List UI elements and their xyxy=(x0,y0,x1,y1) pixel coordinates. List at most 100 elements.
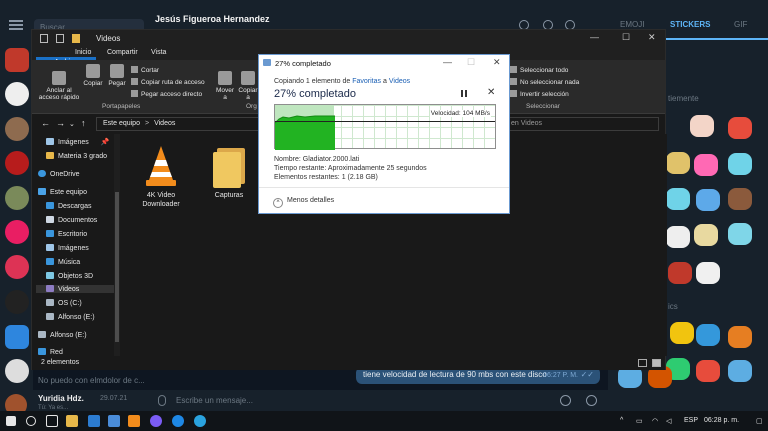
sidebar-item-videos[interactable]: Videos xyxy=(36,285,114,293)
browser-icon[interactable] xyxy=(172,415,184,427)
notifications-icon[interactable]: ▢ xyxy=(756,417,763,425)
close-button[interactable]: ✕ xyxy=(648,32,656,43)
sticker[interactable] xyxy=(690,115,714,137)
source-link[interactable]: Favoritas xyxy=(352,78,381,85)
sidebar-item-materia[interactable]: Materia 3 grado xyxy=(36,152,107,160)
forward-arrow-icon[interactable]: → xyxy=(56,118,65,128)
telegram-icon[interactable] xyxy=(194,415,206,427)
invert-selection-button[interactable]: Invertir selección xyxy=(510,90,569,98)
sidebar-item-network[interactable]: Red xyxy=(36,348,63,356)
details-view-icon[interactable] xyxy=(638,359,647,367)
chat-title[interactable]: Jesús Figueroa Hernandez xyxy=(155,14,270,24)
maximize-button[interactable]: ☐ xyxy=(622,32,630,43)
tab-inicio[interactable]: Inicio xyxy=(70,48,96,60)
sticker[interactable] xyxy=(666,188,690,210)
file-explorer-icon[interactable] xyxy=(66,415,78,427)
paste-shortcut-button[interactable]: Pegar acceso directo xyxy=(131,90,202,98)
sticker[interactable] xyxy=(670,322,694,344)
sticker[interactable] xyxy=(666,152,690,174)
sidebar-item-drive-e[interactable]: Alfonso (E:) xyxy=(36,313,95,321)
sticker[interactable] xyxy=(728,153,752,175)
avatar[interactable] xyxy=(5,255,29,279)
sticker[interactable] xyxy=(728,360,752,382)
message-input[interactable]: Escribe un mensaje... xyxy=(176,396,253,405)
sticker[interactable] xyxy=(694,154,718,176)
store-icon[interactable] xyxy=(108,415,120,427)
sticker[interactable] xyxy=(696,360,720,382)
explorer-search-input[interactable]: en Videos xyxy=(506,117,659,131)
copy-path-button[interactable]: Copiar ruta de acceso xyxy=(131,78,205,86)
sticker[interactable] xyxy=(728,188,752,210)
breadcrumb-root[interactable]: Este equipo xyxy=(103,120,140,127)
up-arrow-icon[interactable]: ↑ xyxy=(81,118,86,128)
search-icon[interactable] xyxy=(26,416,36,426)
dialog-close-button[interactable]: ✕ xyxy=(493,57,501,68)
sticker[interactable] xyxy=(696,324,720,346)
paste-button[interactable]: Pegar xyxy=(104,64,130,87)
large-icons-view-icon[interactable] xyxy=(652,359,661,367)
windows-start-icon[interactable] xyxy=(6,416,16,426)
tab-vista[interactable]: Vista xyxy=(146,48,171,60)
avatar[interactable] xyxy=(5,220,29,244)
menu-icon[interactable] xyxy=(9,20,23,30)
avatar[interactable] xyxy=(5,325,29,349)
file-item[interactable]: 4K Video Downloader xyxy=(131,144,191,209)
select-none-button[interactable]: No seleccionar nada xyxy=(510,78,579,86)
tab-stickers[interactable]: STICKERS xyxy=(670,20,710,29)
copy-button[interactable]: Copiar xyxy=(80,64,106,87)
sidebar-item-drive-c[interactable]: OS (C:) xyxy=(36,299,82,307)
emoji-icon[interactable] xyxy=(560,395,571,406)
sidebar-item-onedrive[interactable]: OneDrive xyxy=(36,170,80,178)
sidebar-item-documents[interactable]: Documentos xyxy=(36,216,97,224)
wifi-icon[interactable]: ◠ xyxy=(652,417,658,425)
tab-gif[interactable]: GIF xyxy=(734,20,747,29)
avatar[interactable] xyxy=(5,359,29,383)
sidebar-item-drive-e-root[interactable]: Alfonso (E:) xyxy=(36,331,87,339)
system-tray-chevron-icon[interactable]: ^ xyxy=(620,417,623,424)
cut-button[interactable]: Cortar xyxy=(131,66,159,74)
dialog-minimize-button[interactable]: — xyxy=(443,57,452,67)
fewer-details-button[interactable]: ^ Menos detalles xyxy=(273,197,334,208)
pin-quick-access-button[interactable]: Anclar al acceso rápido xyxy=(38,64,80,101)
chat-list-item[interactable]: Yuridia Hdz. 29.07.21 Tú: Ya es... xyxy=(0,390,150,416)
mail-icon[interactable] xyxy=(88,415,100,427)
cancel-copy-button[interactable]: ✕ xyxy=(487,87,495,98)
microphone-icon[interactable] xyxy=(586,395,597,406)
sticker[interactable] xyxy=(728,117,752,139)
task-view-icon[interactable] xyxy=(46,415,58,427)
destination-link[interactable]: Videos xyxy=(389,78,410,85)
new-folder-icon[interactable] xyxy=(56,34,64,43)
tab-emoji[interactable]: EMOJI xyxy=(620,20,644,29)
vlc-icon[interactable] xyxy=(128,415,140,427)
scrollbar-thumb[interactable] xyxy=(115,192,119,342)
recent-chevron-icon[interactable]: ⌄ xyxy=(69,120,75,128)
back-arrow-icon[interactable]: ← xyxy=(41,118,50,128)
battery-icon[interactable]: ▭ xyxy=(636,417,643,425)
attach-icon[interactable] xyxy=(158,395,166,406)
sidebar-item-this-pc[interactable]: Este equipo xyxy=(36,188,87,196)
folder-item[interactable]: Capturas xyxy=(199,144,259,200)
avatar[interactable] xyxy=(5,186,29,210)
sticker[interactable] xyxy=(696,189,720,211)
sticker[interactable] xyxy=(728,223,752,245)
avatar[interactable] xyxy=(5,151,29,175)
sidebar-scrollbar[interactable] xyxy=(114,134,120,356)
sidebar-item-downloads[interactable]: Descargas xyxy=(36,202,91,210)
sticker[interactable] xyxy=(694,224,718,246)
clock[interactable]: 06:28 p. m. xyxy=(704,417,739,424)
sidebar-item-3d-objects[interactable]: Objetos 3D xyxy=(36,272,93,280)
avatar[interactable] xyxy=(5,290,29,314)
sticker[interactable] xyxy=(666,226,690,248)
volume-icon[interactable]: ◁ xyxy=(666,417,671,425)
sidebar-item-imagenes-pinned[interactable]: Imágenes 📌 xyxy=(36,138,109,146)
sidebar-item-desktop[interactable]: Escritorio xyxy=(36,230,87,238)
avatar[interactable] xyxy=(5,48,29,72)
language-indicator[interactable]: ESP xyxy=(684,417,698,424)
sticker[interactable] xyxy=(696,262,720,284)
minimize-button[interactable]: — xyxy=(590,32,599,42)
select-all-button[interactable]: Seleccionar todo xyxy=(510,66,568,74)
sticker[interactable] xyxy=(728,326,752,348)
sidebar-item-music[interactable]: Música xyxy=(36,258,80,266)
avatar[interactable] xyxy=(5,82,29,106)
pause-button[interactable] xyxy=(461,90,467,97)
